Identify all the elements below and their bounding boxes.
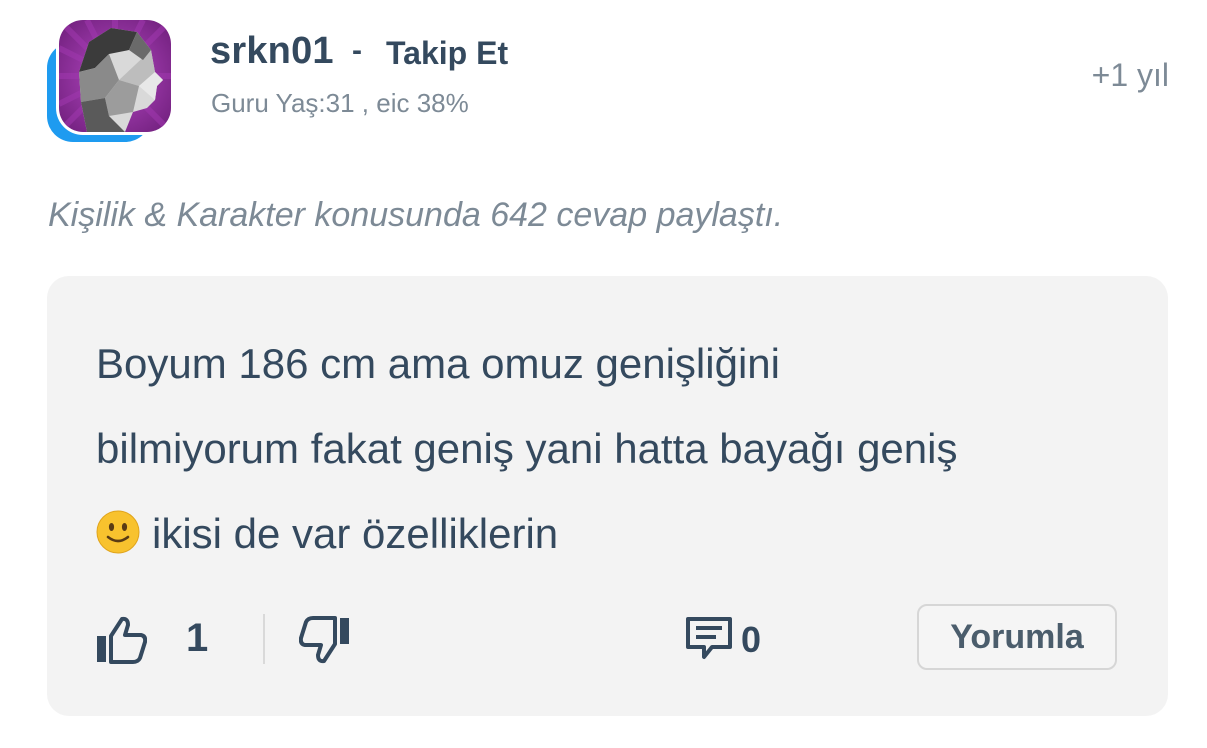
answer-line: bilmiyorum fakat geniş yani hatta bayağı… xyxy=(96,425,958,472)
like-count: 1 xyxy=(186,616,209,660)
comment-icon xyxy=(686,617,732,659)
answer-text: Boyum 186 cm ama omuz genişliğini bilmiy… xyxy=(96,321,1126,582)
post-time: +1 yıl xyxy=(1091,57,1169,93)
answer-line-text: ikisi de var özelliklerin xyxy=(152,510,559,557)
comment-button[interactable] xyxy=(684,615,734,661)
answer-line: ikisi de var özelliklerin xyxy=(96,491,1126,582)
action-divider xyxy=(263,614,265,664)
topic-line: Kişilik & Karakter konusunda 642 cevap p… xyxy=(48,196,784,234)
user-meta: Guru Yaş:31 , eic 38% xyxy=(211,88,469,118)
username[interactable]: srkn01 xyxy=(210,30,334,73)
follow-button[interactable]: Takip Et xyxy=(386,35,508,72)
avatar[interactable] xyxy=(47,20,173,144)
username-separator: - xyxy=(352,34,362,67)
dislike-icon xyxy=(298,616,349,664)
dislike-button[interactable] xyxy=(298,616,351,664)
answer-card: Boyum 186 cm ama omuz genişliğini bilmiy… xyxy=(47,276,1168,716)
avatar-image xyxy=(59,20,171,132)
like-icon xyxy=(97,616,148,664)
reply-button[interactable]: Yorumla xyxy=(917,604,1117,670)
comment-count: 0 xyxy=(741,619,762,660)
smile-emoji-icon xyxy=(96,497,140,582)
like-button[interactable] xyxy=(95,616,148,664)
answer-line: Boyum 186 cm ama omuz genişliğini xyxy=(96,340,780,387)
